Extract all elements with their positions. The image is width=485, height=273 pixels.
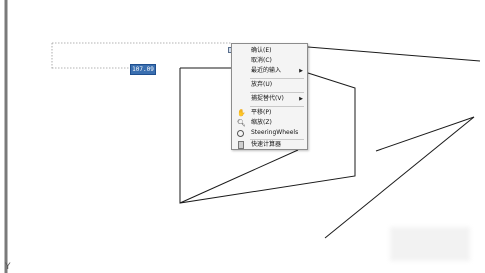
dynamic-input-value[interactable]: 107.09: [130, 64, 156, 75]
menu-item-zoom[interactable]: 🔍︎ 缩放(Z): [232, 118, 307, 128]
menu-separator: [250, 106, 304, 107]
submenu-arrow-icon: ▶: [299, 96, 303, 102]
menu-item-confirm[interactable]: 确认(E): [232, 46, 307, 56]
menu-item-label: 捕捉替代(V): [251, 95, 284, 102]
pan-hand-icon: ✋: [237, 109, 246, 117]
menu-item-label: 放弃(U): [251, 81, 273, 88]
steering-wheel-icon: [237, 129, 244, 137]
menu-item-label: 平移(P): [251, 109, 272, 116]
submenu-arrow-icon: ▶: [299, 68, 303, 74]
menu-item-label: SteeringWheels: [251, 129, 299, 136]
menu-item-label: 最近的输入: [251, 67, 282, 74]
menu-item-pan[interactable]: ✋ 平移(P): [232, 108, 307, 118]
menu-item-recent-input[interactable]: 最近的输入 ▶: [232, 66, 307, 76]
menu-item-cancel[interactable]: 取消(C): [232, 56, 307, 66]
menu-item-label: 确认(E): [251, 47, 272, 54]
menu-item-label: 取消(C): [251, 57, 272, 64]
menu-item-steeringwheels[interactable]: SteeringWheels: [232, 128, 307, 138]
right-line-upper: [375, 116, 475, 152]
context-menu: 确认(E) 取消(C) 最近的输入 ▶ 放弃(U) 捕捉替代(V) ▶ ✋ 平移…: [231, 43, 308, 150]
calculator-icon: [238, 141, 244, 149]
menu-item-label: 快速计算器: [251, 141, 282, 148]
menu-item-label: 缩放(Z): [251, 119, 272, 126]
rubber-band-line: [307, 46, 481, 62]
watermark: [390, 227, 470, 261]
ucs-axis-label: Y: [5, 262, 11, 272]
menu-separator: [250, 78, 304, 79]
menu-item-undo[interactable]: 放弃(U): [232, 80, 307, 90]
menu-separator: [250, 92, 304, 93]
diagonal-line: [179, 149, 299, 204]
zoom-magnifier-icon: 🔍︎: [237, 119, 246, 127]
menu-item-snap-override[interactable]: 捕捉替代(V) ▶: [232, 94, 307, 104]
menu-item-quick-calc[interactable]: 快速计算器: [232, 140, 307, 150]
